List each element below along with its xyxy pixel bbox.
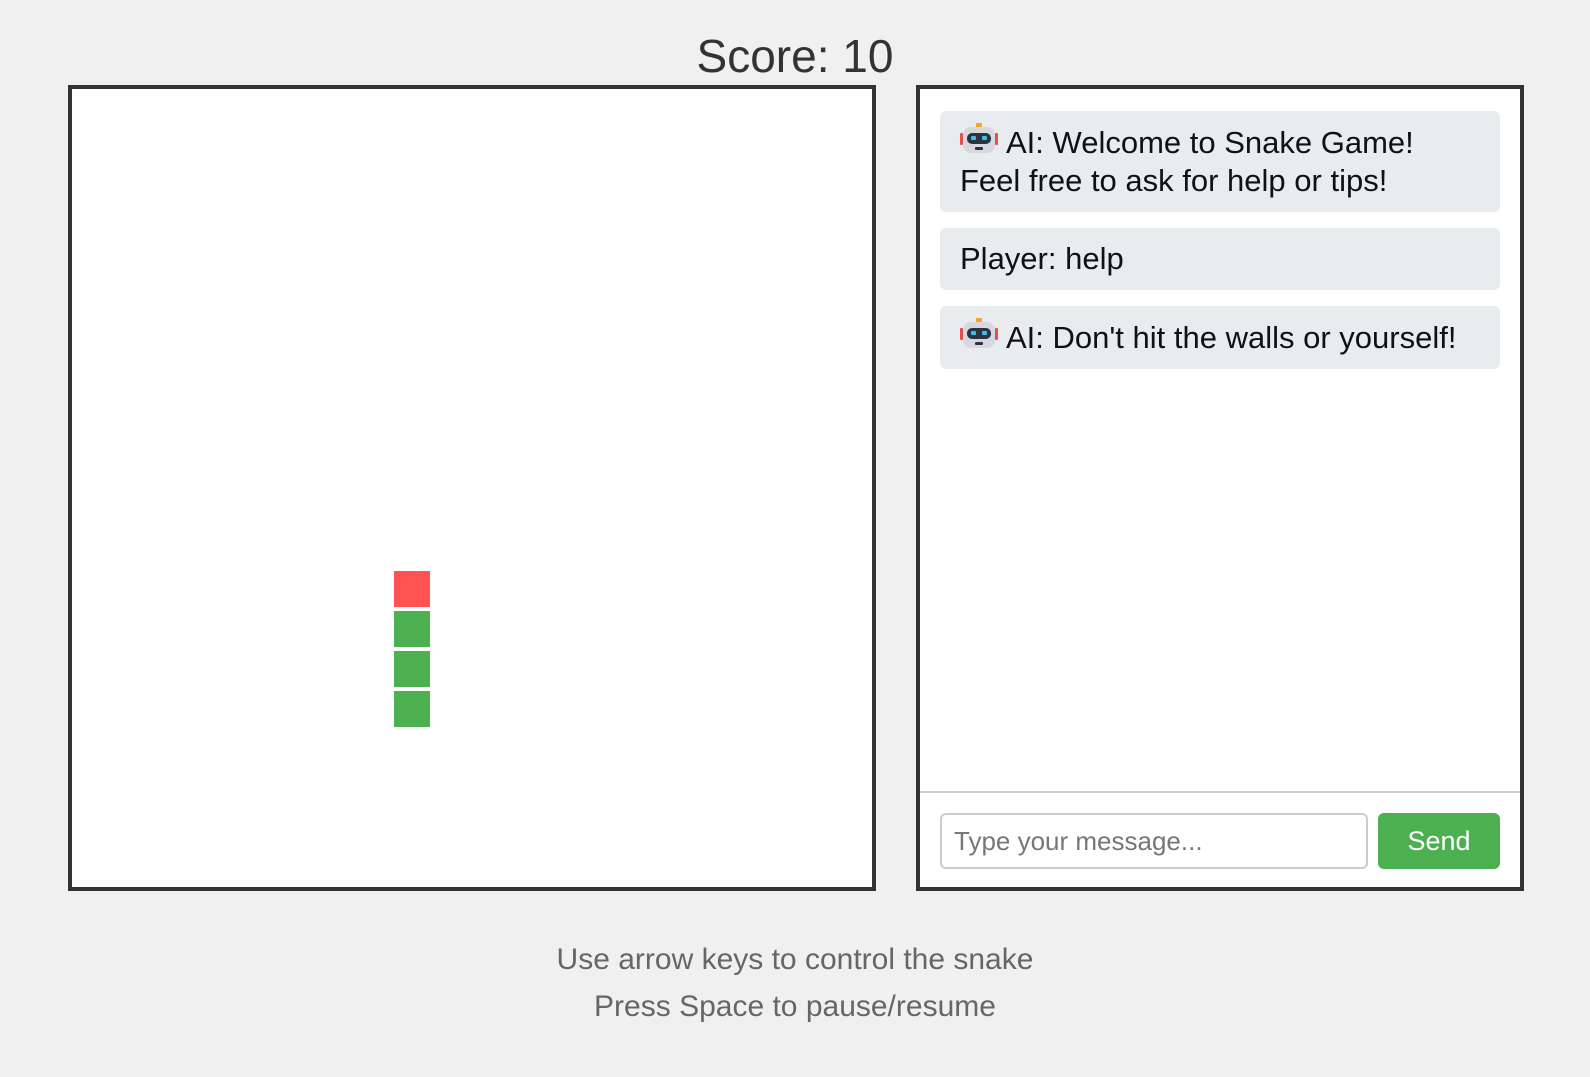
instruction-controls: Use arrow keys to control the snake: [556, 943, 1034, 976]
chat-input-row: Send: [920, 791, 1520, 887]
chat-message-ai: AI: Don't hit the walls or yourself!: [940, 306, 1500, 369]
chat-message-player: Player: help: [940, 228, 1500, 290]
chat-messages[interactable]: AI: Welcome to Snake Game! Feel free to …: [920, 89, 1520, 795]
chat-message-text: AI: Welcome to Snake Game! Feel free to …: [960, 125, 1414, 198]
snake-segment: [394, 651, 430, 687]
instructions: Use arrow keys to control the snake Pres…: [0, 936, 1590, 1030]
chat-message-text: AI: Don't hit the walls or yourself!: [1006, 320, 1457, 355]
robot-icon: [960, 318, 998, 352]
chat-message-text: Player: help: [960, 241, 1124, 276]
chat-message-input[interactable]: [940, 813, 1368, 869]
snake-segment: [394, 611, 430, 647]
snake-segment: [394, 691, 430, 727]
food-cell: [394, 571, 430, 607]
robot-icon: [960, 123, 998, 157]
chat-panel: AI: Welcome to Snake Game! Feel free to …: [916, 85, 1524, 891]
instruction-pause: Press Space to pause/resume: [594, 990, 996, 1023]
game-board[interactable]: [68, 85, 876, 891]
score-display: Score: 10: [696, 30, 894, 82]
send-button[interactable]: Send: [1378, 813, 1500, 869]
chat-message-ai: AI: Welcome to Snake Game! Feel free to …: [940, 111, 1500, 212]
